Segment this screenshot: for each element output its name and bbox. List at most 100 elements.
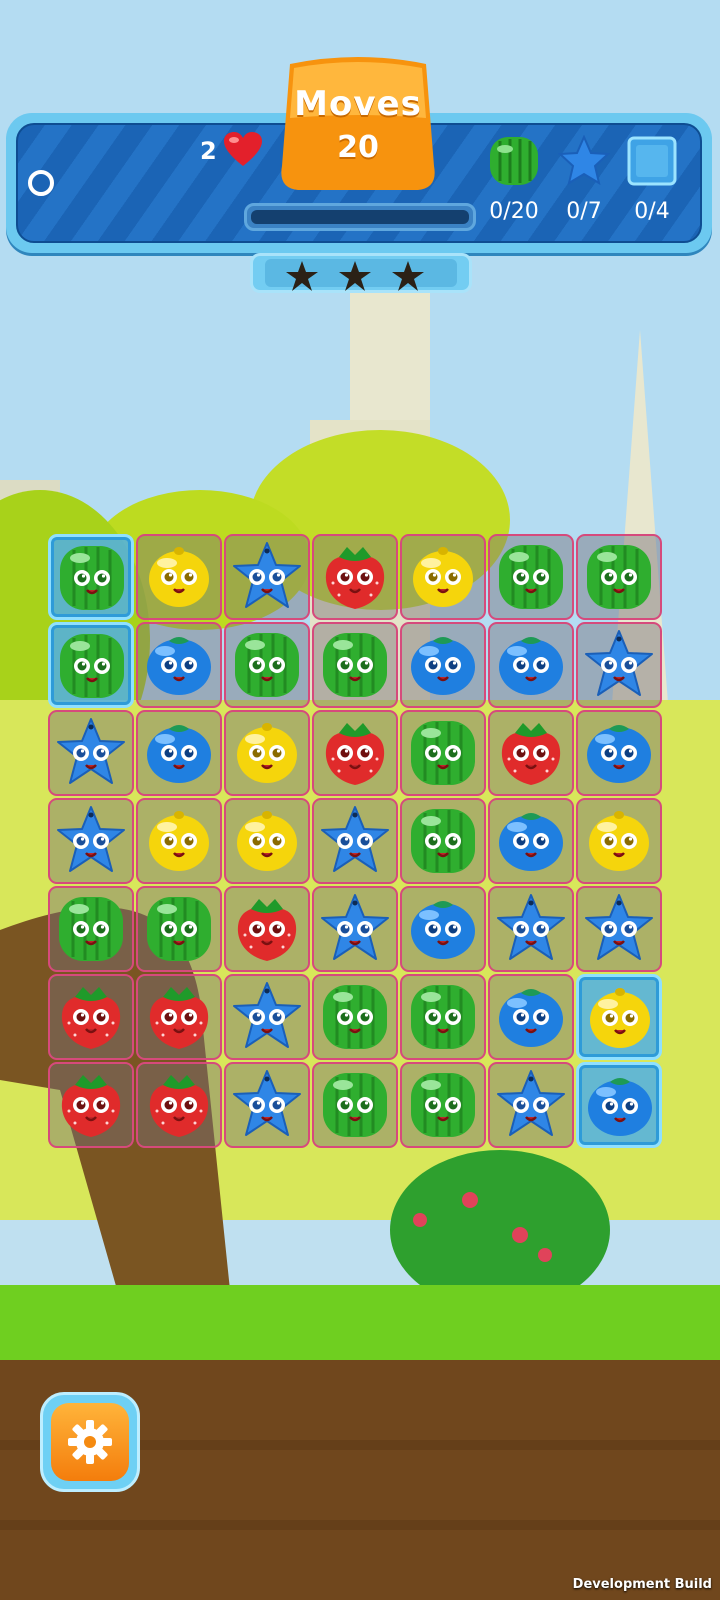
goal-ice-block-count: 0/4 bbox=[634, 199, 670, 224]
board-cell[interactable] bbox=[576, 1062, 662, 1148]
watermelon-icon bbox=[411, 809, 475, 873]
board-cell[interactable] bbox=[48, 534, 134, 620]
moves-label: Moves bbox=[294, 84, 422, 124]
blueberry-icon bbox=[499, 813, 563, 871]
watermelon-icon bbox=[323, 1073, 387, 1137]
blueberry-icon bbox=[499, 989, 563, 1047]
blueberry-icon bbox=[147, 725, 211, 783]
board-cell[interactable] bbox=[136, 710, 222, 796]
board-cell[interactable] bbox=[136, 622, 222, 708]
board-cell[interactable] bbox=[312, 534, 398, 620]
watermelon-icon bbox=[411, 1073, 475, 1137]
board-cell[interactable] bbox=[136, 534, 222, 620]
board-cell[interactable] bbox=[224, 710, 310, 796]
star-icon bbox=[585, 630, 653, 696]
strawberry-icon bbox=[237, 899, 297, 961]
board-cell[interactable] bbox=[312, 710, 398, 796]
watermelon-icon bbox=[60, 634, 124, 698]
board-cell[interactable] bbox=[224, 886, 310, 972]
strawberry-icon bbox=[61, 987, 121, 1049]
board-cell[interactable] bbox=[224, 622, 310, 708]
board-cell[interactable] bbox=[312, 886, 398, 972]
goal-blue-star: 0/7 bbox=[552, 135, 616, 225]
goal-ice-block: 0/4 bbox=[620, 135, 684, 225]
board-cell[interactable] bbox=[136, 886, 222, 972]
board-cell[interactable] bbox=[224, 534, 310, 620]
lemon-icon bbox=[237, 811, 297, 871]
board-cell[interactable] bbox=[400, 622, 486, 708]
star-icon bbox=[497, 894, 565, 960]
board-cell[interactable] bbox=[488, 534, 574, 620]
blueberry-icon bbox=[147, 637, 211, 695]
development-build-label: Development Build bbox=[572, 1577, 712, 1592]
board-cell[interactable] bbox=[576, 886, 662, 972]
goal-watermelon: 0/20 bbox=[482, 135, 546, 225]
blueberry-icon bbox=[499, 637, 563, 695]
strawberry-icon bbox=[149, 1075, 209, 1137]
board-cell[interactable] bbox=[400, 534, 486, 620]
star-icon bbox=[497, 1070, 565, 1136]
watermelon-icon bbox=[411, 721, 475, 785]
board-cell[interactable] bbox=[400, 710, 486, 796]
watermelon-icon bbox=[59, 897, 123, 961]
board-cell[interactable] bbox=[224, 1062, 310, 1148]
board-cell[interactable] bbox=[488, 798, 574, 884]
board-cell[interactable] bbox=[488, 1062, 574, 1148]
strawberry-icon bbox=[149, 987, 209, 1049]
board-cell[interactable] bbox=[400, 886, 486, 972]
board-cell[interactable] bbox=[136, 974, 222, 1060]
watermelon-icon bbox=[323, 985, 387, 1049]
board-cell[interactable] bbox=[488, 622, 574, 708]
settings-button[interactable] bbox=[40, 1392, 140, 1492]
strawberry-icon bbox=[325, 547, 385, 609]
star-slot-2-icon bbox=[339, 261, 371, 291]
board-cell[interactable] bbox=[136, 798, 222, 884]
board-cell[interactable] bbox=[576, 534, 662, 620]
board-cell[interactable] bbox=[576, 974, 662, 1060]
board-cell[interactable] bbox=[48, 710, 134, 796]
blueberry-icon bbox=[587, 725, 651, 783]
lemon-icon bbox=[149, 547, 209, 607]
moves-badge: Moves 20 bbox=[278, 56, 438, 196]
blueberry-icon bbox=[411, 901, 475, 959]
watermelon-icon bbox=[235, 633, 299, 697]
strawberry-icon bbox=[61, 1075, 121, 1137]
score-progress-fill bbox=[251, 210, 469, 224]
star-icon bbox=[585, 894, 653, 960]
star-icon bbox=[57, 718, 125, 784]
moves-badge-shape bbox=[281, 57, 435, 190]
board-cell[interactable] bbox=[488, 710, 574, 796]
watermelon-icon bbox=[499, 545, 563, 609]
board-cell[interactable] bbox=[312, 974, 398, 1060]
board-cell[interactable] bbox=[48, 886, 134, 972]
board-cell[interactable] bbox=[400, 798, 486, 884]
gear-icon bbox=[68, 1420, 112, 1464]
ice-block-icon bbox=[627, 136, 677, 186]
board-cell[interactable] bbox=[48, 1062, 134, 1148]
watermelon-icon bbox=[323, 633, 387, 697]
lemon-icon bbox=[589, 811, 649, 871]
board-cell[interactable] bbox=[488, 974, 574, 1060]
strawberry-icon bbox=[325, 723, 385, 785]
stars-bar bbox=[250, 253, 472, 293]
board-cell[interactable] bbox=[312, 622, 398, 708]
star-icon bbox=[321, 806, 389, 872]
star-icon bbox=[233, 542, 301, 608]
board-cell[interactable] bbox=[48, 974, 134, 1060]
board-cell[interactable] bbox=[400, 974, 486, 1060]
board-cell[interactable] bbox=[400, 1062, 486, 1148]
board-cell[interactable] bbox=[576, 710, 662, 796]
lemon-icon bbox=[413, 547, 473, 607]
strawberry-icon bbox=[501, 723, 561, 785]
board-cell[interactable] bbox=[576, 622, 662, 708]
board-cell[interactable] bbox=[224, 798, 310, 884]
board-cell[interactable] bbox=[48, 622, 134, 708]
score-indicator-icon bbox=[28, 170, 54, 196]
board-cell[interactable] bbox=[488, 886, 574, 972]
board-cell[interactable] bbox=[224, 974, 310, 1060]
board-cell[interactable] bbox=[576, 798, 662, 884]
board-cell[interactable] bbox=[312, 798, 398, 884]
board-cell[interactable] bbox=[48, 798, 134, 884]
board-cell[interactable] bbox=[136, 1062, 222, 1148]
board-cell[interactable] bbox=[312, 1062, 398, 1148]
